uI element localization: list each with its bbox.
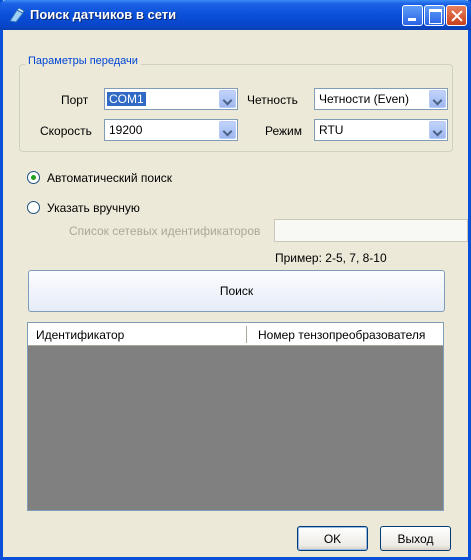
column-divider[interactable]	[246, 326, 247, 343]
parity-value: Четности (Even)	[319, 92, 409, 106]
results-table[interactable]: Идентификатор Номер тензопреобразователя	[27, 322, 444, 511]
mode-combo[interactable]: RTU	[314, 119, 448, 141]
manual-label[interactable]: Указать вручную	[47, 201, 140, 215]
ok-button[interactable]: OK	[297, 526, 368, 551]
maximize-icon[interactable]	[424, 5, 445, 26]
exit-button[interactable]: Выход	[380, 526, 451, 551]
baud-value: 19200	[109, 123, 143, 137]
mode-label: Режим	[265, 124, 302, 138]
baud-label: Скорость	[40, 124, 92, 138]
parity-combo[interactable]: Четности (Even)	[314, 88, 448, 110]
baud-combo[interactable]: 19200	[104, 119, 238, 141]
column-header-sensor-number[interactable]: Номер тензопреобразователя	[258, 328, 425, 342]
search-button[interactable]: Поиск	[28, 270, 445, 312]
chevron-down-icon[interactable]	[219, 121, 236, 139]
parity-label: Четность	[247, 93, 298, 107]
chevron-down-icon[interactable]	[429, 121, 446, 139]
auto-search-radio[interactable]	[27, 171, 40, 184]
results-table-header: Идентификатор Номер тензопреобразователя	[28, 323, 443, 346]
port-combo[interactable]: COM1	[104, 88, 238, 110]
mode-value: RTU	[319, 123, 344, 137]
id-list-label: Список сетевых идентификаторов	[69, 224, 261, 238]
close-icon[interactable]	[446, 5, 467, 26]
id-list-input[interactable]	[274, 219, 468, 242]
auto-search-label[interactable]: Автоматический поиск	[47, 171, 172, 185]
chevron-down-icon[interactable]	[219, 90, 236, 108]
column-header-identifier[interactable]: Идентификатор	[36, 328, 124, 342]
window-title: Поиск датчиков в сети	[30, 7, 177, 22]
port-label: Порт	[61, 93, 89, 107]
minimize-icon[interactable]	[402, 5, 423, 26]
port-value: COM1	[107, 92, 146, 106]
chevron-down-icon[interactable]	[429, 90, 446, 108]
transfer-params-legend: Параметры передачи	[25, 55, 141, 67]
sensor-app-icon	[9, 7, 25, 23]
title-bar[interactable]: Поиск датчиков в сети	[0, 0, 471, 30]
manual-radio[interactable]	[27, 201, 40, 214]
example-text: Пример: 2-5, 7, 8-10	[275, 251, 387, 265]
sensor-search-window: Поиск датчиков в сети Параметры передачи…	[0, 0, 471, 560]
